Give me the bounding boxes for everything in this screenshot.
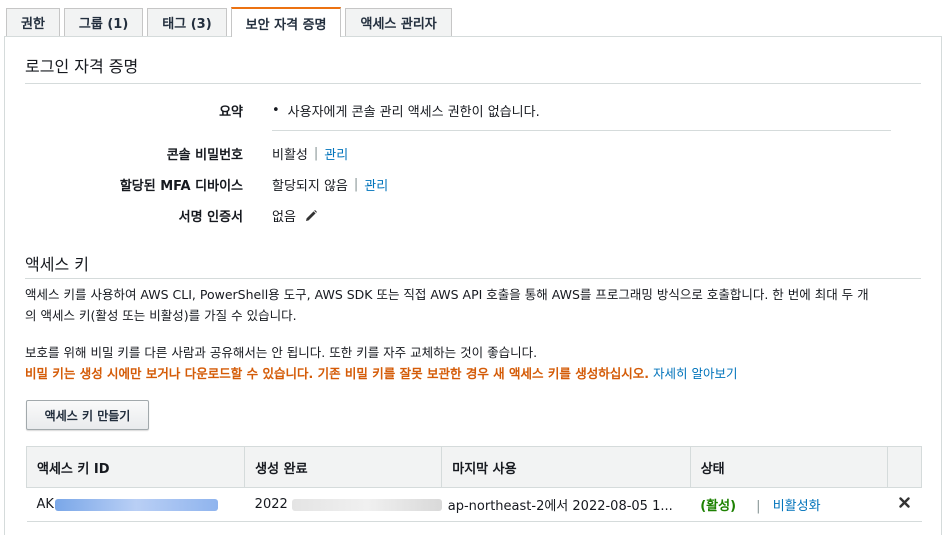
divider <box>25 83 921 84</box>
delete-icon[interactable] <box>899 497 910 508</box>
redacted-key-id <box>54 498 218 511</box>
tab-security-credentials[interactable]: 보안 자격 증명 <box>230 7 342 37</box>
created-cell: 2022 <box>244 487 442 522</box>
tab-tags[interactable]: 태그 (3) <box>147 8 227 36</box>
deactivate-link[interactable]: 비활성화 <box>773 499 821 514</box>
divider <box>272 130 891 131</box>
warning-line: 비밀 키는 생성 시에만 보거나 다운로드할 수 있습니다. 기존 비밀 키를 … <box>25 363 737 384</box>
console-password-manage-link[interactable]: 관리 <box>324 144 348 163</box>
bullet: • <box>272 103 280 118</box>
tab-bar: 권한 그룹 (1) 태그 (3) 보안 자격 증명 액세스 관리자 <box>6 7 456 37</box>
mfa-value: 할당되지 않음 | 관리 <box>272 175 388 194</box>
signing-cert-value: 없음 <box>272 206 318 225</box>
mfa-status: 할당되지 않음 <box>272 179 348 194</box>
actions-cell <box>887 487 922 522</box>
summary-row: 요약 • 사용자에게 콘솔 관리 액세스 권한이 없습니다. <box>5 101 943 121</box>
signing-cert-row: 서명 인증서 없음 <box>5 206 943 226</box>
table-header-row: 액세스 키 ID 생성 완료 마지막 사용 상태 <box>25 446 923 488</box>
column-header-created: 생성 완료 <box>244 446 443 488</box>
divider <box>25 278 921 279</box>
summary-value: • 사용자에게 콘솔 관리 액세스 권한이 없습니다. <box>272 101 540 120</box>
column-header-last-used: 마지막 사용 <box>441 446 691 488</box>
tab-groups[interactable]: 그룹 (1) <box>63 8 144 36</box>
signing-cert-status: 없음 <box>272 210 296 225</box>
create-access-key-button[interactable]: 액세스 키 만들기 <box>26 400 149 430</box>
console-password-row: 콘솔 비밀번호 비활성 | 관리 <box>5 144 943 164</box>
console-password-status: 비활성 <box>272 148 308 163</box>
separator: | <box>313 146 319 161</box>
access-key-id-cell: AK <box>26 487 245 522</box>
access-keys-title: 액세스 키 <box>25 255 89 274</box>
secret-key-warning: 비밀 키는 생성 시에만 보거나 다운로드할 수 있습니다. 기존 비밀 키를 … <box>25 366 649 381</box>
access-keys-description-1: 액세스 키를 사용하여 AWS CLI, PowerShell용 도구, AWS… <box>25 287 869 302</box>
redacted-created-date <box>291 498 442 511</box>
column-header-access-key-id: 액세스 키 ID <box>25 446 246 488</box>
column-header-actions <box>886 446 923 488</box>
status-badge: (활성) <box>700 499 737 514</box>
separator: | <box>756 499 761 514</box>
signing-cert-label: 서명 인증서 <box>178 210 243 225</box>
column-header-status: 상태 <box>689 446 888 488</box>
mfa-label: 할당된 MFA 디바이스 <box>119 179 243 194</box>
access-keys-table: 액세스 키 ID 생성 완료 마지막 사용 상태 AK 2022 ap-nort… <box>25 446 923 522</box>
access-keys-description-2: 의 액세스 키(활성 또는 비활성)를 가질 수 있습니다. <box>25 308 297 323</box>
mfa-row: 할당된 MFA 디바이스 할당되지 않음 | 관리 <box>5 175 943 195</box>
console-password-value: 비활성 | 관리 <box>272 144 348 163</box>
separator: | <box>353 177 359 192</box>
summary-text: 사용자에게 콘솔 관리 액세스 권한이 없습니다. <box>287 105 540 120</box>
created-date: 2022 <box>254 497 288 512</box>
access-key-id: AK <box>36 497 54 512</box>
table-row: AK 2022 ap-northeast-2에서 2022-08-05 1...… <box>26 487 922 522</box>
tab-access-advisor[interactable]: 액세스 관리자 <box>345 8 452 36</box>
tab-panel: 로그인 자격 증명 요약 • 사용자에게 콘솔 관리 액세스 권한이 없습니다.… <box>4 36 942 535</box>
pencil-icon[interactable] <box>304 209 318 223</box>
summary-label: 요약 <box>219 105 243 120</box>
console-password-label: 콘솔 비밀번호 <box>166 148 243 163</box>
tab-permissions[interactable]: 권한 <box>6 8 60 36</box>
protect-note: 보호를 위해 비밀 키를 다른 사람과 공유해서는 안 됩니다. 또한 키를 자… <box>25 345 538 360</box>
status-cell: (활성) | 비활성화 <box>690 487 888 522</box>
last-used: ap-northeast-2에서 2022-08-05 1... <box>441 487 691 522</box>
login-credentials-title: 로그인 자격 증명 <box>25 57 139 76</box>
learn-more-link[interactable]: 자세히 알아보기 <box>653 366 737 381</box>
mfa-manage-link[interactable]: 관리 <box>364 175 388 194</box>
